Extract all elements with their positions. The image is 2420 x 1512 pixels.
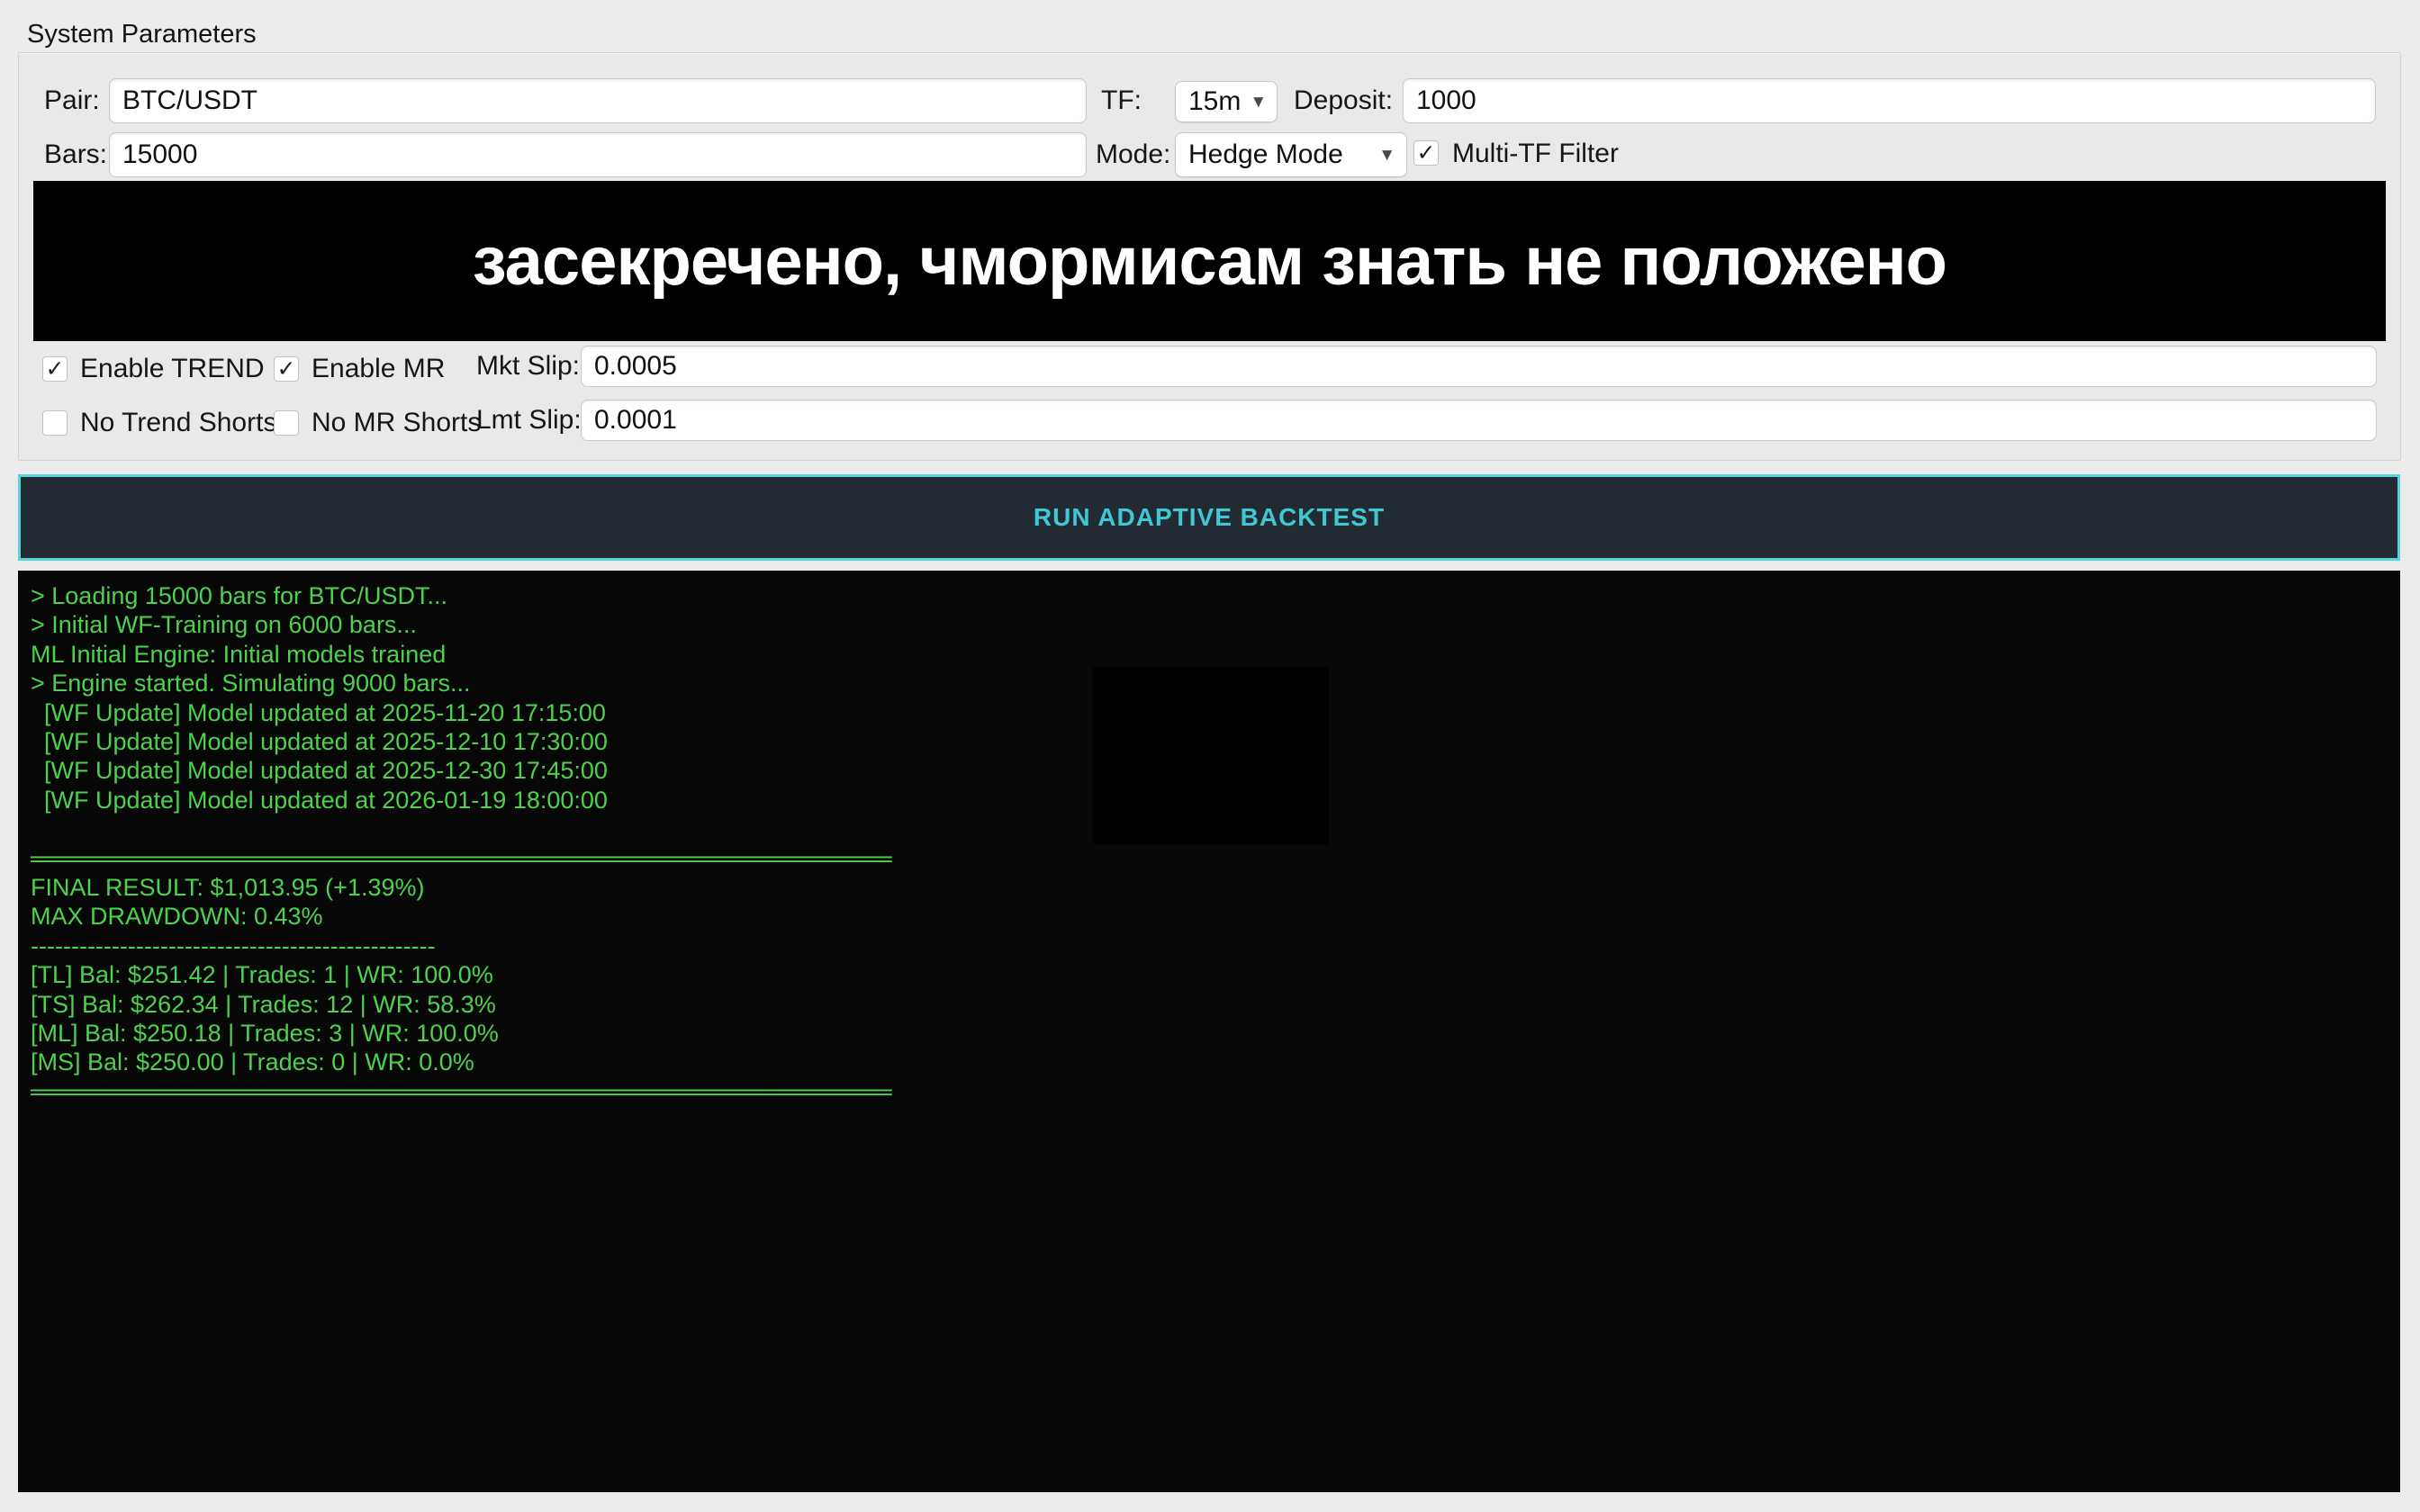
log-line: [TS] Bal: $262.34 | Trades: 12 | WR: 58.…: [31, 990, 2388, 1019]
log-line: ML Initial Engine: Initial models traine…: [31, 640, 2388, 669]
mkt-slip-label: Mkt Slip:: [476, 346, 580, 387]
run-button-label: RUN ADAPTIVE BACKTEST: [1034, 503, 1385, 532]
no-mr-shorts-checkbox[interactable]: [274, 410, 299, 436]
log-line: [MS] Bal: $250.00 | Trades: 0 | WR: 0.0%: [31, 1048, 2388, 1076]
multi-tf-filter-checkbox[interactable]: [1413, 140, 1439, 166]
no-trend-shorts-label: No Trend Shorts: [80, 402, 276, 444]
tf-select[interactable]: 15m ▼: [1175, 81, 1278, 122]
checkmark-icon: [43, 357, 67, 381]
pair-label: Pair:: [44, 77, 100, 124]
chevron-down-icon: ▼: [1378, 147, 1395, 164]
log-line: FINAL RESULT: $1,013.95 (+1.39%): [31, 873, 2388, 902]
log-line: ════════════════════════════════════════…: [31, 844, 2388, 873]
enable-trend-checkbox[interactable]: [42, 356, 68, 382]
mode-select[interactable]: Hedge Mode ▼: [1175, 132, 1407, 177]
tf-label: TF:: [1101, 77, 1142, 124]
classified-banner-text: засекречено, чмормисам знать не положено: [473, 222, 1946, 301]
log-line: > Loading 15000 bars for BTC/USDT...: [31, 581, 2388, 610]
lmt-slip-label: Lmt Slip:: [476, 400, 582, 441]
backtest-app-window: System Parameters Pair: TF: 15m ▼ Deposi…: [0, 0, 2420, 1512]
redacted-overlay: [1093, 667, 1329, 844]
log-line: [ML] Bal: $250.18 | Trades: 3 | WR: 100.…: [31, 1019, 2388, 1048]
log-line: > Initial WF-Training on 6000 bars...: [31, 610, 2388, 639]
classified-banner: засекречено, чмормисам знать не положено: [33, 181, 2386, 341]
run-adaptive-backtest-button[interactable]: RUN ADAPTIVE BACKTEST: [18, 474, 2400, 561]
no-mr-shorts-label: No MR Shorts: [312, 402, 481, 444]
enable-trend-label: Enable TREND: [80, 348, 265, 390]
system-parameters-group: Pair: TF: 15m ▼ Deposit: Bars: Mode: Hed…: [18, 52, 2401, 461]
enable-mr-label: Enable MR: [312, 348, 445, 390]
log-line: ----------------------------------------…: [31, 932, 2388, 960]
pair-input[interactable]: [109, 78, 1087, 123]
log-line: MAX DRAWDOWN: 0.43%: [31, 902, 2388, 931]
enable-mr-checkbox[interactable]: [274, 356, 299, 382]
checkmark-icon: [275, 357, 298, 381]
log-line: [TL] Bal: $251.42 | Trades: 1 | WR: 100.…: [31, 960, 2388, 989]
mode-selected-value: Hedge Mode: [1188, 140, 1343, 170]
bars-label: Bars:: [44, 131, 107, 178]
no-trend-shorts-checkbox[interactable]: [42, 410, 68, 436]
bars-input[interactable]: [109, 132, 1087, 177]
checkmark-icon: [275, 411, 298, 435]
mode-label: Mode:: [1096, 131, 1170, 178]
log-line: ════════════════════════════════════════…: [31, 1077, 2388, 1106]
checkmark-icon: [43, 411, 67, 435]
deposit-input[interactable]: [1403, 78, 2376, 123]
deposit-label: Deposit:: [1294, 77, 1393, 124]
mkt-slip-input[interactable]: [581, 346, 2377, 387]
lmt-slip-input[interactable]: [581, 400, 2377, 441]
backtest-log-console: > Loading 15000 bars for BTC/USDT...> In…: [18, 571, 2400, 1492]
tf-selected-value: 15m: [1188, 86, 1241, 117]
chevron-down-icon: ▼: [1250, 94, 1267, 111]
system-parameters-title: System Parameters: [27, 20, 257, 50]
multi-tf-filter-label: Multi-TF Filter: [1452, 133, 1619, 175]
checkmark-icon: [1414, 141, 1438, 165]
